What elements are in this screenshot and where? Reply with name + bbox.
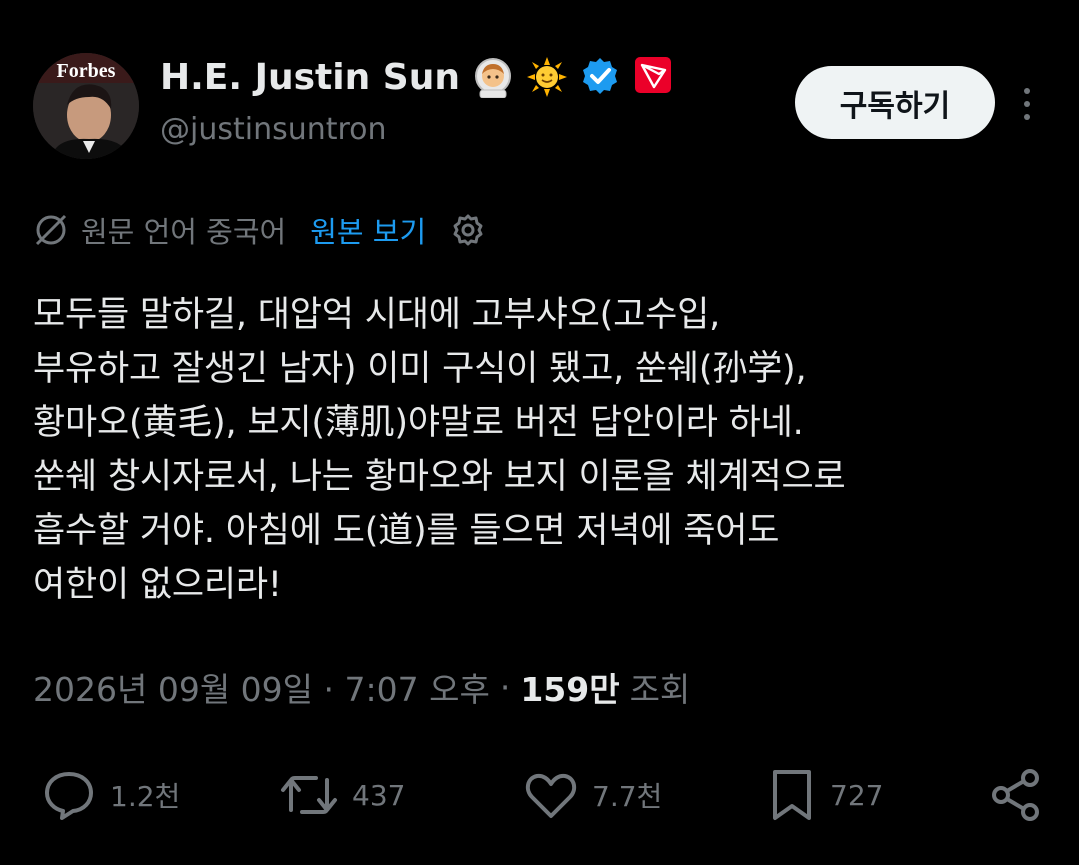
share-icon: [988, 766, 1044, 824]
avatar[interactable]: Forbes: [33, 53, 139, 159]
meta-separator: ·: [499, 667, 511, 707]
reply-count: 1.2천: [110, 780, 181, 813]
astronaut-emoji-icon: [472, 56, 514, 98]
heart-icon: [522, 766, 580, 824]
source-language-label: 원문 언어 중국어: [81, 215, 287, 249]
tweet-meta: 2026년 09월 09일 · 7:07 오후 · 159만 조회: [33, 660, 690, 714]
repost-button[interactable]: 437: [278, 760, 405, 830]
tweet-actions: 1.2천 437 7.7천 727: [0, 760, 1079, 830]
tweet-datetime[interactable]: 2026년 09월 09일 · 7:07 오후: [33, 663, 490, 711]
more-dot: [1024, 114, 1030, 120]
show-original-link[interactable]: 원본 보기: [310, 209, 426, 251]
avatar-logo-text: Forbes: [57, 60, 116, 82]
more-dot: [1024, 88, 1030, 94]
bookmark-count: 727: [830, 778, 884, 812]
like-button[interactable]: 7.7천: [522, 760, 662, 830]
views-count: 159만: [520, 670, 620, 709]
more-dot: [1024, 101, 1030, 107]
like-count: 7.7천: [592, 780, 663, 813]
reply-icon: [40, 766, 98, 824]
tweet-text: 모두들 말하길, 대압억 시대에 고부샤오(고수입, 부유하고 잘생긴 남자) …: [33, 295, 846, 605]
more-options-icon[interactable]: [1012, 84, 1042, 124]
share-button[interactable]: [988, 760, 1044, 830]
gear-icon[interactable]: [450, 212, 486, 248]
repost-count: 437: [352, 778, 406, 812]
user-handle[interactable]: @justinsuntron: [160, 112, 387, 147]
display-name[interactable]: H.E. Justin Sun: [160, 57, 460, 98]
repost-icon: [278, 766, 340, 824]
translate-icon: [33, 212, 69, 248]
translation-bar: 원문 언어 중국어 원본 보기: [33, 208, 486, 252]
bookmark-icon: [766, 766, 818, 824]
tweet-header: Forbes H.E. Justin Sun @justinsuntron 구독…: [0, 0, 1079, 190]
views-label: 조회: [629, 670, 691, 709]
bookmark-button[interactable]: 727: [766, 760, 883, 830]
subscribe-button[interactable]: 구독하기: [795, 66, 995, 139]
verified-badge-icon[interactable]: [580, 56, 622, 98]
tron-affiliate-icon[interactable]: [634, 56, 676, 98]
sun-emoji-icon: [526, 56, 568, 98]
avatar-image: Forbes: [33, 53, 139, 159]
name-row: H.E. Justin Sun: [160, 52, 676, 102]
reply-button[interactable]: 1.2천: [40, 760, 180, 830]
